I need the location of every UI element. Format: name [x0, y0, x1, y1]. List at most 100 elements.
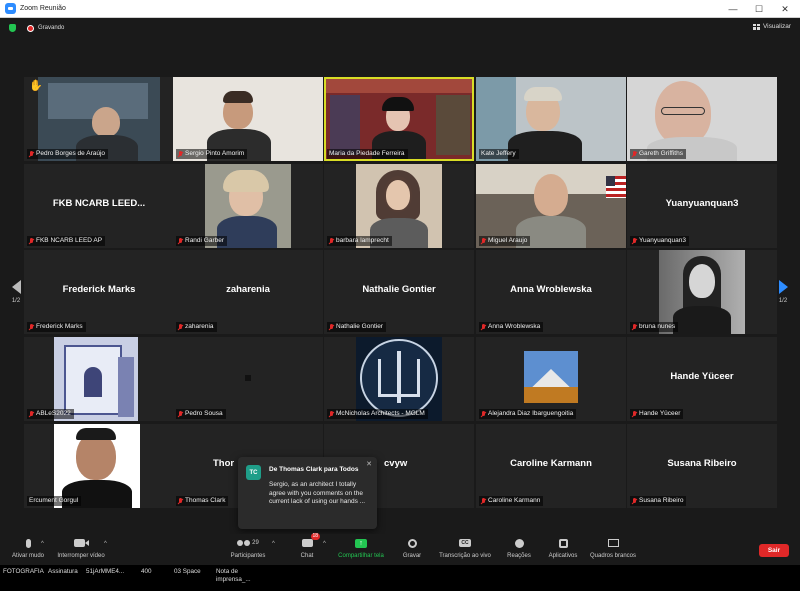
- apps-icon: [558, 536, 568, 550]
- closed-caption-icon: CC: [459, 536, 471, 550]
- participant-tile[interactable]: Anna Wroblewska Anna Wroblewska: [476, 250, 626, 334]
- arrow-left-icon: [11, 280, 21, 294]
- participant-tile[interactable]: Ercument Gorgul: [24, 424, 174, 508]
- share-screen-icon: ↑: [355, 536, 367, 550]
- participant-tile[interactable]: FKB NCARB LEED... FKB NCARB LEED AP: [24, 164, 174, 248]
- share-screen-button[interactable]: ↑ Compartilhar tela: [333, 536, 389, 559]
- mic-muted-icon: [178, 497, 183, 505]
- participant-name-label: barbara lamprecht: [327, 236, 392, 246]
- participant-display-name: cvyw: [384, 458, 408, 469]
- mic-muted-icon: [178, 150, 183, 158]
- participant-tile[interactable]: ABLeS2022: [24, 337, 174, 421]
- participant-name-label: Yuanyuanquan3: [630, 236, 689, 246]
- participant-tile[interactable]: ✋ Pedro Borges de Araújo: [24, 77, 174, 161]
- page-indicator-left: 1/2: [11, 298, 21, 304]
- participant-name-label: FKB NCARB LEED AP: [27, 236, 106, 246]
- raised-hand-icon: ✋: [29, 80, 43, 92]
- apps-button[interactable]: Aplicativos: [545, 536, 581, 559]
- meeting-top-bar: Gravando Visualizar: [0, 19, 800, 37]
- chat-button[interactable]: 18 Chat: [292, 533, 322, 559]
- participant-name-label: bruna nunes: [630, 322, 679, 332]
- participant-name-label: Maria da Piedade Ferreira: [327, 149, 408, 159]
- taskbar-item[interactable]: FOTOGRAFIA: [3, 568, 44, 576]
- participant-tile[interactable]: Alejandra Diaz Ibarguengoitia: [476, 337, 626, 421]
- participant-tile[interactable]: Yuanyuanquan3 Yuanyuanquan3: [627, 164, 777, 248]
- participant-tile-speaking[interactable]: Maria da Piedade Ferreira: [324, 77, 474, 161]
- video-feed: [524, 351, 578, 403]
- mic-muted-icon: [178, 237, 183, 245]
- mute-button[interactable]: Ativar mudo: [8, 536, 48, 559]
- minimize-icon[interactable]: —: [720, 0, 746, 18]
- video-feed: [326, 79, 472, 159]
- mic-muted-icon: [632, 497, 637, 505]
- view-button[interactable]: Visualizar: [752, 23, 791, 30]
- mic-muted-icon: [632, 323, 637, 331]
- participant-tile[interactable]: Kate Jeffery: [476, 77, 626, 161]
- record-button[interactable]: Gravar: [398, 536, 426, 559]
- maximize-icon[interactable]: ☐: [746, 0, 772, 18]
- participant-name-label: Nathalie Gontier: [327, 322, 386, 332]
- participant-tile[interactable]: Randi Garber: [173, 164, 323, 248]
- participant-tile[interactable]: Sergio Pinto Amorim: [173, 77, 323, 161]
- security-shield-icon[interactable]: [9, 24, 16, 32]
- participant-tile[interactable]: zaharenia zaharenia: [173, 250, 323, 334]
- microphone-icon: [25, 536, 31, 550]
- stop-video-button[interactable]: Interromper vídeo: [52, 536, 110, 559]
- participant-name-label: Anna Wroblewska: [479, 322, 544, 332]
- taskbar-item[interactable]: 400: [141, 568, 152, 576]
- participant-display-name: Nathalie Gontier: [362, 284, 436, 295]
- mute-options-caret-icon[interactable]: ^: [41, 541, 44, 547]
- chat-unread-badge: 18: [310, 533, 321, 540]
- participant-tile[interactable]: McNicholas Architects - MGLM: [324, 337, 474, 421]
- participants-button[interactable]: 29 Participantes: [226, 536, 270, 559]
- grid-view-icon: [752, 23, 760, 30]
- participant-name-label: Susana Ribeiro: [630, 496, 687, 506]
- taskbar-item[interactable]: 51jArMME4...: [86, 568, 124, 576]
- participant-display-name: Hande Yüceer: [670, 371, 734, 382]
- record-icon: [407, 536, 417, 550]
- participant-name-label: Hande Yüceer: [630, 409, 684, 419]
- mic-muted-icon: [481, 497, 486, 505]
- participant-display-name: Caroline Karmann: [510, 458, 592, 469]
- participant-name-label: Thomas Clark: [176, 496, 229, 506]
- chat-icon: 18: [301, 533, 321, 550]
- live-transcript-button[interactable]: CC Transcrição ao vivo: [436, 536, 494, 559]
- mic-muted-icon: [29, 150, 34, 158]
- recording-icon: [27, 24, 34, 32]
- participant-tile[interactable]: Hande Yüceer Hande Yüceer: [627, 337, 777, 421]
- taskbar-item[interactable]: Nota de imprensa_...: [216, 568, 256, 584]
- participant-name-label: Gareth Griffiths: [630, 149, 686, 159]
- mic-muted-icon: [632, 237, 637, 245]
- video-camera-icon: [73, 536, 89, 550]
- chat-notification-popup[interactable]: TC De Thomas Clark para Todos ✕ Sergio, …: [238, 457, 377, 529]
- taskbar-item[interactable]: 03 Space: [174, 568, 201, 576]
- close-window-icon[interactable]: ✕: [772, 0, 798, 18]
- smiley-icon: [514, 536, 524, 550]
- desktop-taskbar: FOTOGRAFIA Assinatura 51jArMME4... 400 0…: [0, 565, 800, 591]
- participant-tile[interactable]: Frederick Marks Frederick Marks: [24, 250, 174, 334]
- mic-muted-icon: [632, 410, 637, 418]
- participant-tile[interactable]: Miguel Araujo: [476, 164, 626, 248]
- participant-name-label: Kate Jeffery: [479, 149, 519, 159]
- participant-name-label: McNicholas Architects - MGLM: [327, 409, 428, 419]
- leave-meeting-button[interactable]: Sair: [759, 544, 789, 557]
- participant-tile[interactable]: bruna nunes: [627, 250, 777, 334]
- participant-tile[interactable]: Gareth Griffiths: [627, 77, 777, 161]
- mic-muted-icon: [481, 237, 486, 245]
- participants-options-caret-icon[interactable]: ^: [272, 541, 275, 547]
- participant-tile[interactable]: barbara lamprecht: [324, 164, 474, 248]
- chat-options-caret-icon[interactable]: ^: [323, 541, 326, 547]
- participant-display-name: Susana Ribeiro: [667, 458, 737, 469]
- reactions-button[interactable]: Reações: [505, 536, 533, 559]
- close-popup-icon[interactable]: ✕: [366, 460, 372, 468]
- whiteboards-button[interactable]: Quadros brancos: [588, 536, 638, 559]
- participant-name-label: Pedro Borges de Araújo: [27, 149, 109, 159]
- taskbar-item[interactable]: Assinatura: [48, 568, 78, 576]
- participant-tile[interactable]: Susana Ribeiro Susana Ribeiro: [627, 424, 777, 508]
- mic-muted-icon: [29, 237, 34, 245]
- participant-display-name: Anna Wroblewska: [510, 284, 592, 295]
- video-options-caret-icon[interactable]: ^: [104, 541, 107, 547]
- participant-tile[interactable]: Pedro Sousa: [173, 337, 323, 421]
- participant-tile[interactable]: Nathalie Gontier Nathalie Gontier: [324, 250, 474, 334]
- participant-tile[interactable]: Caroline Karmann Caroline Karmann: [476, 424, 626, 508]
